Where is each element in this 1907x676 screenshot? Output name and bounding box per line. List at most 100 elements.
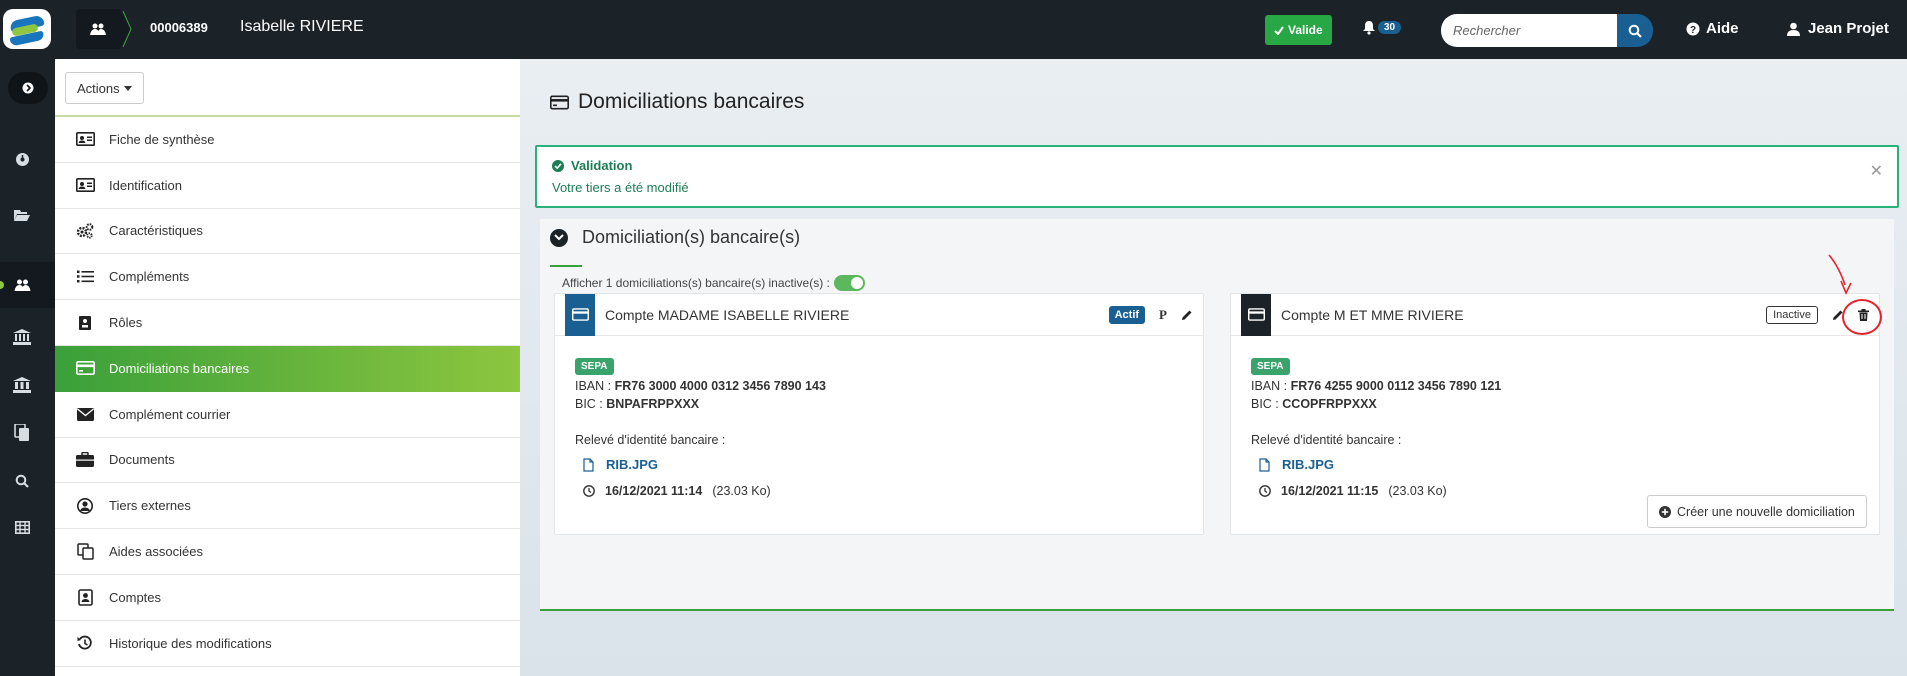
page-title-text: Domiciliations bancaires <box>578 90 805 113</box>
bic-label: BIC : <box>575 397 603 411</box>
menu-item-fiche-synthese[interactable]: Fiche de synthèse <box>55 117 520 163</box>
breadcrumb-chevron-icon <box>122 11 132 47</box>
menu-item-historique[interactable]: Historique des modifications <box>55 620 520 667</box>
notifications-button[interactable]: 30 <box>1362 20 1402 35</box>
alert-close-icon[interactable]: ✕ <box>1870 161 1883 181</box>
id-card-icon <box>75 131 95 147</box>
alert-title: Validation <box>552 158 632 173</box>
account-actions: Actif P <box>1108 306 1193 324</box>
search-rail-icon[interactable] <box>12 471 32 491</box>
menu-item-caracteristiques[interactable]: Caractéristiques <box>55 208 520 255</box>
bic-value: BNPAFRPPXXX <box>606 397 700 411</box>
table-icon[interactable] <box>12 517 32 537</box>
rib-file-name: RIB.JPG <box>1282 457 1335 472</box>
account-title: Compte MADAME ISABELLE RIVIERE <box>605 306 850 323</box>
copy-icon <box>75 543 95 560</box>
domiciliations-panel: Domiciliation(s) bancaire(s) Afficher 1 … <box>540 219 1894 611</box>
envelope-icon <box>75 406 95 422</box>
status-badge: Inactive <box>1766 306 1818 324</box>
notifications-count-badge: 30 <box>1378 21 1402 34</box>
clock-icon <box>1259 485 1271 497</box>
chevron-right-circle-icon <box>22 82 34 94</box>
show-inactive-toggle[interactable] <box>833 275 865 291</box>
menu-item-label: Domiciliations bancaires <box>109 360 250 376</box>
show-inactive-row: Afficher 1 domiciliations(s) bancaire(s)… <box>562 275 865 291</box>
account-title: Compte M ET MME RIVIERE <box>1281 306 1464 323</box>
menu-item-identification[interactable]: Identification <box>55 162 520 209</box>
id-card-icon <box>75 177 95 193</box>
users-icon[interactable] <box>12 275 32 295</box>
clock-icon <box>583 485 595 497</box>
sepa-badge: SEPA <box>1251 358 1290 375</box>
search-button[interactable] <box>1617 14 1653 47</box>
menu-item-tiers-externes[interactable]: Tiers externes <box>55 483 520 530</box>
address-card-icon <box>75 589 95 606</box>
tiers-home-icon[interactable] <box>76 9 120 49</box>
user-menu[interactable]: Jean Projet <box>1787 20 1889 37</box>
tiers-name: Isabelle RIVIERE <box>240 18 364 35</box>
search-input[interactable] <box>1441 14 1617 47</box>
bic-row: BIC : CCOPFRPPXXX <box>1251 397 1501 411</box>
menu-item-label: Identification <box>109 177 182 193</box>
bic-value: CCOPFRPPXXX <box>1282 397 1377 411</box>
folder-open-icon[interactable] <box>12 205 32 225</box>
app-logo[interactable] <box>3 9 51 49</box>
alert-message: Votre tiers a été modifié <box>552 180 689 195</box>
iban-row: IBAN : FR76 4255 9000 0112 3456 7890 121 <box>1251 379 1501 393</box>
actions-dropdown-button[interactable]: Actions <box>65 72 144 104</box>
bic-row: BIC : BNPAFRPPXXX <box>575 397 826 411</box>
tiers-number: 00006389 <box>150 20 208 35</box>
rail-toggle-button[interactable] <box>8 72 48 104</box>
check-circle-icon <box>552 159 564 172</box>
menu-item-label: Compléments <box>109 269 190 285</box>
page-title: Domiciliations bancaires <box>550 90 804 114</box>
panel-header[interactable]: Domiciliation(s) bancaire(s) <box>550 227 800 248</box>
status-valid-button[interactable]: Valide <box>1265 15 1332 45</box>
question-circle-icon: ? <box>1686 22 1700 36</box>
user-icon <box>1787 22 1800 36</box>
help-link[interactable]: ? Aide <box>1686 20 1739 37</box>
rib-file-link[interactable]: RIB.JPG <box>583 457 826 472</box>
menu-item-label: Caractéristiques <box>109 223 203 239</box>
user-circle-icon <box>75 497 95 514</box>
menu-item-label: Rôles <box>109 315 143 331</box>
dashboard-icon[interactable] <box>12 149 32 169</box>
pencil-icon[interactable] <box>1181 309 1193 321</box>
check-icon <box>1274 25 1284 35</box>
documents-icon[interactable] <box>12 422 32 442</box>
menu-item-roles[interactable]: Rôles <box>55 300 520 346</box>
bank-icon[interactable] <box>12 327 32 347</box>
institution-icon[interactable] <box>12 375 32 395</box>
account-card-header: Compte MADAME ISABELLE RIVIERE Actif P <box>555 293 1203 336</box>
menu-item-label: Fiche de synthèse <box>109 131 215 147</box>
menu-item-complement-courrier[interactable]: Complément courrier <box>55 391 520 438</box>
principal-marker[interactable]: P <box>1159 307 1167 323</box>
menu-item-label: Complément courrier <box>109 406 231 422</box>
panel-header-underline <box>550 265 582 267</box>
cogs-icon <box>75 223 95 239</box>
success-alert: Validation Votre tiers a été modifié ✕ <box>535 145 1899 208</box>
account-card-header: Compte M ET MME RIVIERE Inactive <box>1231 293 1879 336</box>
actions-label: Actions <box>77 80 120 96</box>
iban-value: FR76 4255 9000 0112 3456 7890 121 <box>1290 379 1502 393</box>
menu-item-documents[interactable]: Documents <box>55 437 520 484</box>
panel-title: Domiciliation(s) bancaire(s) <box>582 227 801 247</box>
main-content: Domiciliations bancaires Validation Votr… <box>520 59 1907 676</box>
menu-item-label: Tiers externes <box>109 498 191 514</box>
bic-label: BIC : <box>1251 397 1279 411</box>
rib-date: 16/12/2021 11:14 <box>605 484 703 498</box>
menu-item-domiciliations-bancaires[interactable]: Domiciliations bancaires <box>55 345 520 392</box>
menu-item-complements[interactable]: Compléments <box>55 254 520 301</box>
rib-date: 16/12/2021 11:15 <box>1281 484 1379 498</box>
file-icon <box>583 457 594 472</box>
account-card-1: Compte MADAME ISABELLE RIVIERE Actif P S… <box>554 293 1204 535</box>
iban-label: IBAN : <box>1251 379 1288 393</box>
rib-file-link[interactable]: RIB.JPG <box>1259 457 1501 472</box>
rib-size: (23.03 Ko) <box>712 484 771 498</box>
menu-item-comptes[interactable]: Comptes <box>55 574 520 621</box>
create-domiciliation-button[interactable]: Créer une nouvelle domiciliation <box>1647 495 1867 528</box>
account-details: SEPA IBAN : FR76 3000 4000 0312 3456 789… <box>575 357 826 498</box>
chevron-down-circle-icon[interactable] <box>550 228 568 247</box>
menu-item-label: Aides associées <box>109 544 203 560</box>
menu-item-aides-associees[interactable]: Aides associées <box>55 529 520 575</box>
